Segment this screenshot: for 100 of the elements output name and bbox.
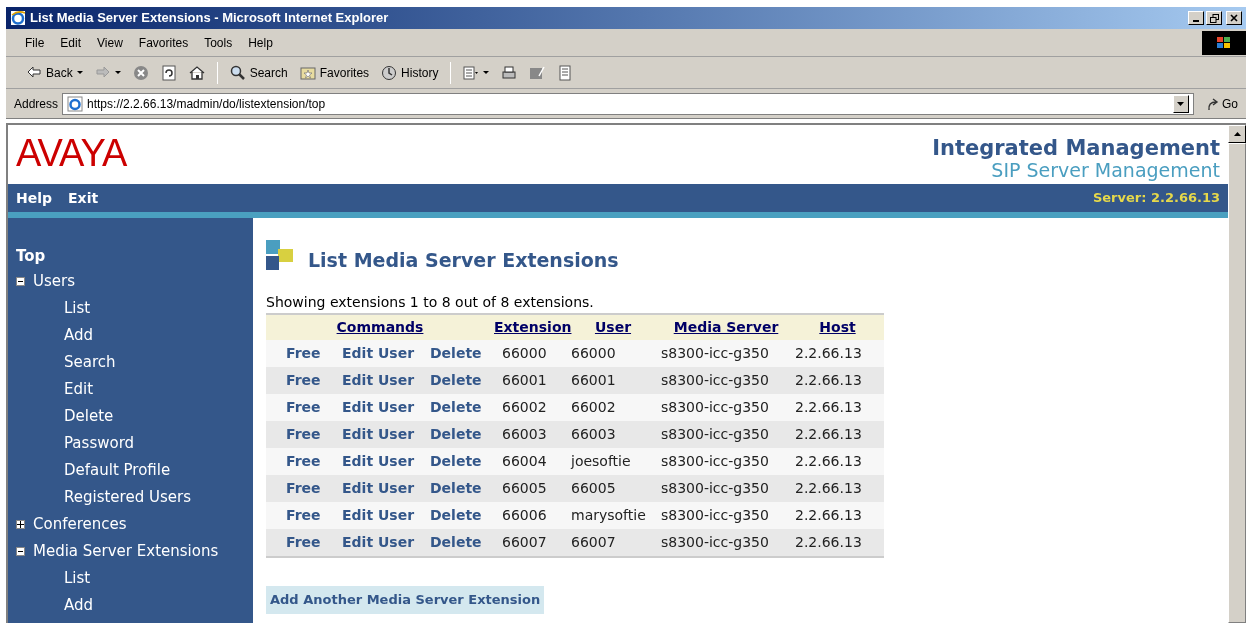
table-cell: 66000 [502, 345, 547, 361]
table-cell: 2.2.66.13 [795, 507, 862, 523]
go-button[interactable]: Go [1198, 92, 1246, 115]
command-link[interactable]: Edit User [342, 399, 415, 415]
command-link[interactable]: Delete [430, 480, 482, 496]
command-link[interactable]: Edit User [342, 426, 415, 442]
command-link[interactable]: Edit User [342, 345, 415, 361]
table-cell: 66002 [502, 399, 547, 415]
table-cell: 66002 [571, 399, 616, 415]
notes-icon [557, 64, 574, 81]
table-cell: 2.2.66.13 [795, 399, 862, 415]
command-link[interactable]: Free [286, 345, 321, 361]
table-cell: s8300-icc-g350 [661, 534, 769, 550]
table-cell: 66005 [502, 480, 547, 496]
browser-icon [10, 10, 26, 26]
command-link[interactable]: Free [286, 480, 321, 496]
sidebar-subitem[interactable]: Edit [16, 376, 245, 403]
command-link[interactable]: Free [286, 534, 321, 550]
table-cell: s8300-icc-g350 [661, 507, 769, 523]
toolbar-button[interactable]: History [377, 59, 443, 86]
sidebar-subitem[interactable]: List [16, 295, 245, 322]
command-link[interactable]: Edit User [342, 480, 415, 496]
server-label: Server: 2.2.66.13 [1092, 189, 1220, 208]
command-link[interactable]: Delete [430, 507, 482, 523]
command-link[interactable]: Free [286, 507, 321, 523]
expand-icon[interactable] [16, 520, 25, 529]
column-header-link[interactable]: Media Server [673, 319, 779, 335]
printer-icon [501, 64, 518, 81]
document-icon [463, 64, 480, 81]
edit-icon [529, 64, 546, 81]
command-link[interactable]: Delete [430, 399, 482, 415]
toolbar-button[interactable]: Back [22, 59, 87, 86]
scroll-up-button[interactable] [1228, 125, 1246, 143]
page-title: List Media Server Extensions [308, 248, 619, 272]
command-link[interactable]: Free [286, 372, 321, 388]
add-extension-button[interactable]: Add Another Media Server Extension [266, 586, 545, 614]
command-link[interactable]: Delete [430, 345, 482, 361]
toolbar-button[interactable]: Favorites [295, 59, 374, 86]
command-link[interactable]: Free [286, 399, 321, 415]
column-header-link[interactable]: Host [819, 319, 856, 335]
table-cell: 66005 [571, 480, 616, 496]
table-cell: 66000 [571, 345, 616, 361]
command-link[interactable]: Delete [430, 534, 482, 550]
sidebar-subitem[interactable]: Add [16, 322, 245, 349]
menu-item[interactable]: Help [241, 33, 280, 52]
sidebar-subitem[interactable]: Search [16, 349, 245, 376]
table-cell: joesoftie [571, 453, 631, 469]
command-link[interactable]: Free [286, 453, 321, 469]
minimize-button[interactable] [1188, 11, 1204, 25]
command-link[interactable]: Free [286, 426, 321, 442]
restore-button[interactable] [1206, 11, 1222, 25]
nav-link[interactable]: Help [16, 187, 53, 209]
table-cell: s8300-icc-g350 [661, 399, 769, 415]
command-link[interactable]: Delete [430, 453, 482, 469]
nav-link[interactable]: Exit [68, 187, 99, 209]
dropdown-arrow-icon [483, 71, 490, 74]
sidebar-subitem[interactable]: Add [16, 592, 245, 619]
command-link[interactable]: Edit User [342, 534, 415, 550]
column-header-link[interactable]: User [594, 319, 632, 335]
column-header-link[interactable]: Extension [494, 319, 572, 335]
menu-item[interactable]: Tools [197, 33, 240, 52]
sidebar-link[interactable]: Top [16, 245, 245, 268]
sidebar-subitem[interactable]: Delete [16, 403, 245, 430]
sidebar-subitem[interactable]: Default Profile [16, 457, 245, 484]
app-subtitle: SIP Server Management [991, 159, 1220, 181]
table-cell: s8300-icc-g350 [661, 480, 769, 496]
menu-item[interactable]: File [18, 33, 52, 52]
summary-text: Showing extensions 1 to 8 out of 8 extensions. [266, 293, 594, 312]
collapse-icon[interactable] [16, 547, 25, 556]
go-arrow-icon [1206, 96, 1220, 111]
command-link[interactable]: Delete [430, 372, 482, 388]
dropdown-button[interactable] [1173, 94, 1189, 113]
sidebar-item[interactable]: Conferences [33, 513, 127, 536]
sidebar-item[interactable]: Media Server Extensions [33, 540, 219, 563]
command-link[interactable]: Edit User [342, 507, 415, 523]
menu-item[interactable]: Edit [53, 33, 89, 52]
table-cell: 2.2.66.13 [795, 426, 862, 442]
sidebar-item[interactable]: Users [33, 270, 75, 293]
table-cell: 66001 [502, 372, 547, 388]
command-link[interactable]: Edit User [342, 372, 415, 388]
menu-item[interactable]: Favorites [131, 33, 196, 52]
sidebar-subitem[interactable]: Registered Users [16, 484, 245, 511]
sidebar-subitem[interactable]: List [16, 565, 245, 592]
menu-item[interactable]: View [90, 33, 130, 52]
close-icon [1230, 14, 1238, 22]
table-cell: 66007 [571, 534, 616, 550]
star-folder-icon [299, 64, 316, 81]
sidebar-subitem[interactable]: Password [16, 430, 245, 457]
page-icon [67, 95, 84, 112]
toolbar-button[interactable]: Search [225, 59, 292, 86]
window-title: List Media Server Extensions - Microsoft Internet Explorer [30, 9, 389, 28]
collapse-icon[interactable] [16, 277, 25, 286]
command-link[interactable]: Edit User [342, 453, 415, 469]
column-header-link[interactable]: Commands [336, 319, 424, 335]
address-field[interactable]: https://2.2.66.13/madmin/do/listextension/top [62, 92, 1194, 115]
table-cell: s8300-icc-g350 [661, 345, 769, 361]
table-cell: 66007 [502, 534, 547, 550]
caret-icon [1177, 101, 1185, 106]
close-button[interactable] [1226, 11, 1242, 25]
command-link[interactable]: Delete [430, 426, 482, 442]
